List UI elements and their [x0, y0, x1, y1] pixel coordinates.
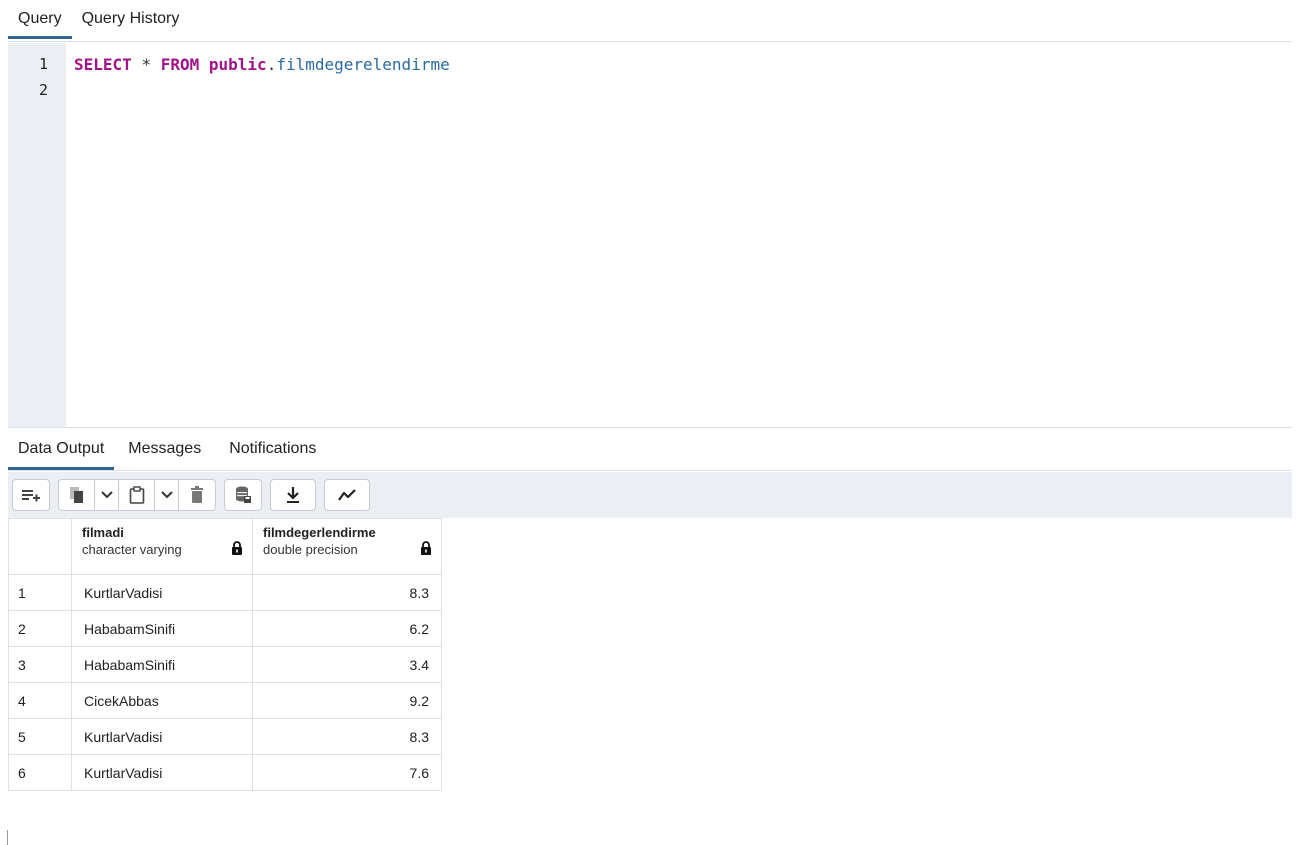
cell-filmdegerlendirme[interactable]: 3.4 — [252, 646, 442, 683]
cell-filmadi[interactable]: HababamSinifi — [71, 646, 253, 683]
column-header-filmadi[interactable]: filmadi character varying — [71, 518, 253, 575]
keyword-select: SELECT — [74, 55, 132, 74]
column-name: filmadi — [82, 525, 124, 540]
query-tab-bar: Query Query History — [8, 0, 1292, 42]
copy-paste-group — [58, 479, 216, 511]
table-row[interactable]: 6 KurtlarVadisi 7.6 — [8, 754, 442, 791]
tab-data-output[interactable]: Data Output — [8, 429, 115, 470]
add-row-button[interactable] — [13, 480, 49, 510]
tab-notifications-label: Notifications — [229, 440, 317, 457]
chevron-down-icon — [160, 491, 173, 499]
tab-messages-label: Messages — [128, 440, 202, 457]
paste-options-button[interactable] — [155, 480, 179, 510]
graph-icon — [337, 488, 357, 502]
add-row-icon — [21, 487, 41, 503]
save-data-button[interactable] — [225, 480, 261, 510]
tab-messages[interactable]: Messages — [114, 429, 211, 469]
chevron-down-icon — [100, 491, 113, 499]
tab-query-label: Query — [18, 10, 62, 27]
cell-filmadi[interactable]: KurtlarVadisi — [71, 754, 253, 791]
paste-icon — [129, 486, 145, 504]
copy-icon — [69, 486, 85, 504]
table-row[interactable]: 1 KurtlarVadisi 8.3 — [8, 574, 442, 611]
line-number-gutter: 1 2 — [8, 43, 66, 427]
cell-filmadi[interactable]: KurtlarVadisi — [71, 718, 253, 755]
table-name: filmdegerelendirme — [276, 55, 450, 74]
copy-button[interactable] — [59, 480, 95, 510]
add-row-group — [12, 479, 50, 511]
table-row[interactable]: 5 KurtlarVadisi 8.3 — [8, 718, 442, 755]
column-type: double precision — [263, 542, 358, 557]
operator-star: * — [141, 55, 152, 74]
table-row[interactable]: 3 HababamSinifi 3.4 — [8, 646, 442, 683]
paste-button[interactable] — [119, 480, 155, 510]
tab-query-history[interactable]: Query History — [72, 0, 190, 38]
tab-data-output-label: Data Output — [18, 440, 105, 457]
data-output-toolbar — [8, 472, 1292, 518]
save-data-group — [224, 479, 262, 511]
tab-query[interactable]: Query — [8, 0, 72, 39]
column-name: filmdegerlendirme — [263, 525, 376, 540]
download-button[interactable] — [271, 480, 315, 510]
line-number: 1 — [38, 55, 48, 73]
row-number[interactable]: 2 — [8, 610, 72, 647]
code-line-1[interactable]: SELECT * FROM public.filmdegerelendirme — [74, 55, 450, 74]
results-grid: filmadi character varying filmdegerlendi… — [8, 518, 442, 791]
cell-filmdegerlendirme[interactable]: 8.3 — [252, 574, 442, 611]
lock-icon — [231, 541, 243, 559]
line-number: 2 — [38, 81, 48, 99]
column-type: character varying — [82, 542, 182, 557]
row-number[interactable]: 6 — [8, 754, 72, 791]
lock-icon — [420, 541, 432, 559]
download-group — [270, 479, 316, 511]
sql-editor[interactable]: 1 2 SELECT * FROM public.filmdegerelendi… — [8, 43, 1292, 428]
graph-group — [324, 479, 370, 511]
cell-filmdegerlendirme[interactable]: 7.6 — [252, 754, 442, 791]
row-number[interactable]: 5 — [8, 718, 72, 755]
cell-filmdegerlendirme[interactable]: 9.2 — [252, 682, 442, 719]
schema-name: public — [208, 55, 267, 74]
dot-separator: . — [266, 55, 277, 74]
output-tab-bar: Data Output Messages Notifications — [8, 429, 1292, 471]
table-row[interactable]: 4 CicekAbbas 9.2 — [8, 682, 442, 719]
cell-filmadi[interactable]: CicekAbbas — [71, 682, 253, 719]
row-number[interactable]: 4 — [8, 682, 72, 719]
save-data-icon — [234, 486, 252, 504]
column-header-filmdegerlendirme[interactable]: filmdegerlendirme double precision — [252, 518, 442, 575]
delete-button[interactable] — [179, 480, 215, 510]
panel-edge — [7, 830, 8, 845]
row-number-header[interactable] — [8, 518, 72, 575]
tab-notifications[interactable]: Notifications — [211, 429, 326, 469]
grid-header-row: filmadi character varying filmdegerlendi… — [8, 518, 442, 575]
delete-icon — [190, 486, 204, 504]
copy-options-button[interactable] — [95, 480, 119, 510]
tab-query-history-label: Query History — [81, 10, 180, 27]
table-row[interactable]: 2 HababamSinifi 6.2 — [8, 610, 442, 647]
download-icon — [285, 486, 301, 504]
cell-filmadi[interactable]: HababamSinifi — [71, 610, 253, 647]
row-number[interactable]: 1 — [8, 574, 72, 611]
row-number[interactable]: 3 — [8, 646, 72, 683]
cell-filmdegerlendirme[interactable]: 6.2 — [252, 610, 442, 647]
graph-visualiser-button[interactable] — [325, 480, 369, 510]
cell-filmdegerlendirme[interactable]: 8.3 — [252, 718, 442, 755]
cell-filmadi[interactable]: KurtlarVadisi — [71, 574, 253, 611]
keyword-from: FROM — [160, 55, 200, 74]
